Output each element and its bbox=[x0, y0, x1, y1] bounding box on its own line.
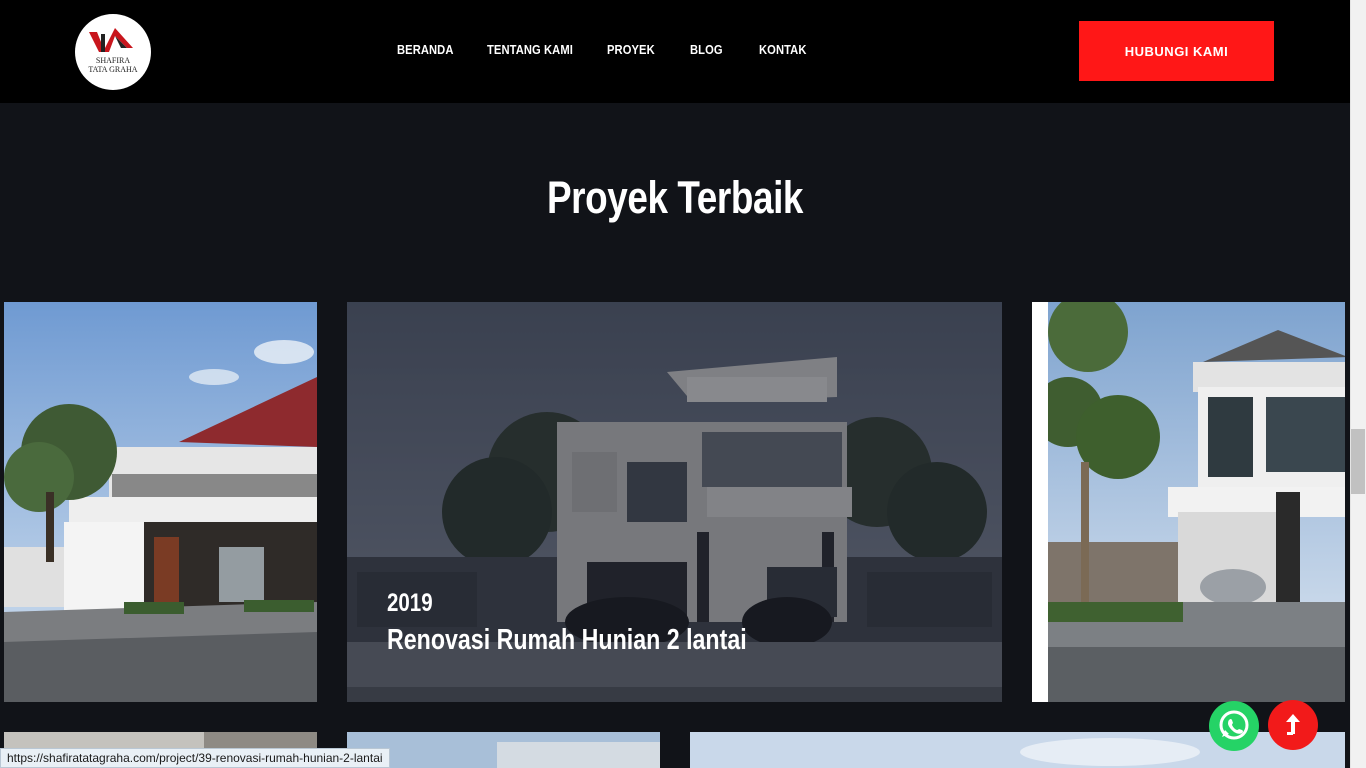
nav-tentang-kami[interactable]: TENTANG KAMI bbox=[487, 42, 573, 57]
page: SHAFIRA TATA GRAHA BERANDA TENTANG KAMI … bbox=[0, 0, 1366, 768]
whatsapp-button[interactable] bbox=[1209, 701, 1259, 751]
project-1-image bbox=[4, 302, 317, 702]
scroll-to-top-button[interactable] bbox=[1268, 700, 1318, 750]
nav-beranda[interactable]: BERANDA bbox=[397, 42, 454, 57]
site-header: SHAFIRA TATA GRAHA BERANDA TENTANG KAMI … bbox=[0, 0, 1350, 103]
arrow-up-icon bbox=[1286, 714, 1300, 735]
project-card-2[interactable]: 2019 Renovasi Rumah Hunian 2 lantai bbox=[347, 302, 1002, 702]
project-3-image bbox=[1048, 302, 1345, 702]
logo-name-line2: TATA GRAHA bbox=[88, 65, 138, 74]
project-5-image bbox=[347, 732, 660, 768]
contact-us-button[interactable]: HUBUNGI KAMI bbox=[1079, 21, 1274, 81]
scrollbar-thumb[interactable] bbox=[1351, 429, 1365, 494]
whatsapp-icon bbox=[1219, 710, 1249, 740]
nav-blog[interactable]: BLOG bbox=[690, 42, 723, 57]
section-title: Proyek Terbaik bbox=[546, 172, 804, 223]
nav-proyek[interactable]: PROYEK bbox=[607, 42, 655, 57]
logo-name-line1: SHAFIRA bbox=[95, 56, 131, 65]
project-title[interactable]: Renovasi Rumah Hunian 2 lantai bbox=[387, 624, 747, 657]
logo-mark-icon bbox=[89, 28, 133, 52]
page-scrollbar[interactable] bbox=[1350, 0, 1366, 768]
project-year: 2019 bbox=[387, 589, 433, 617]
logo[interactable]: SHAFIRA TATA GRAHA bbox=[75, 14, 151, 90]
browser-status-bar: https://shafiratatagraha.com/project/39-… bbox=[0, 748, 390, 768]
project-card-1[interactable] bbox=[4, 302, 317, 702]
nav-kontak[interactable]: KONTAK bbox=[759, 42, 807, 57]
project-card-3[interactable] bbox=[1032, 302, 1345, 702]
project-card-5[interactable] bbox=[347, 732, 660, 768]
